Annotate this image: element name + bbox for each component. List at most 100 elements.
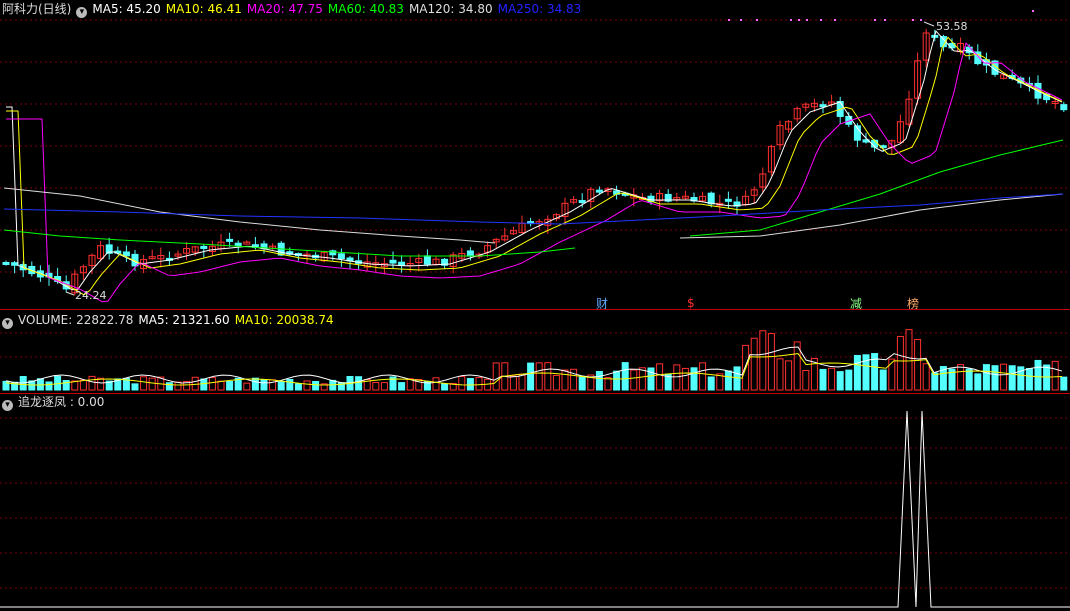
- volume-bar: [148, 377, 156, 391]
- signal-dot: [1032, 10, 1034, 12]
- volume-bar: [845, 369, 853, 391]
- volume-bar: [286, 378, 294, 391]
- candle-body: [122, 251, 130, 257]
- indicator-chart[interactable]: [0, 393, 1070, 611]
- dropdown-icon[interactable]: ▾: [2, 318, 13, 329]
- candlestick-chart[interactable]: [0, 0, 1070, 309]
- candle-body: [226, 238, 234, 242]
- volume-bar: [630, 369, 638, 391]
- candle-body: [11, 262, 19, 266]
- candle-body: [724, 198, 732, 202]
- volume-bar: [1060, 376, 1068, 391]
- volume-bar: [527, 362, 535, 391]
- volume-bar: [1000, 363, 1008, 391]
- signal-dot: [920, 19, 922, 21]
- high-price-label: 53.58: [936, 20, 968, 33]
- candle-body: [389, 259, 397, 264]
- candle-body: [819, 104, 827, 108]
- volume-bar: [595, 370, 603, 391]
- volume-bar: [991, 365, 999, 391]
- volume-bar: [552, 374, 560, 391]
- signal-dot: [912, 19, 914, 21]
- volume-bar: [561, 369, 569, 391]
- signal-dot: [798, 19, 800, 21]
- volume-bar: [733, 366, 741, 391]
- volume-bar: [441, 383, 449, 391]
- volume-bar: [724, 370, 732, 391]
- volume-bar: [776, 358, 784, 391]
- volume-bar: [578, 376, 586, 391]
- candle-body: [398, 261, 406, 266]
- volume-bar: [1051, 360, 1059, 391]
- signal-dot: [820, 19, 822, 21]
- volume-bar: [208, 377, 216, 391]
- candle-body: [2, 261, 10, 265]
- volume-bar: [853, 354, 861, 391]
- volume-bar: [957, 364, 965, 391]
- candle-body: [466, 250, 474, 257]
- volume-bar: [174, 381, 182, 391]
- volume-bar: [965, 368, 973, 391]
- panel-divider[interactable]: [0, 309, 1070, 310]
- volume-bar: [140, 376, 148, 391]
- volume-ma10-label: MA10: 20038.74: [234, 313, 334, 327]
- volume-bar: [509, 375, 517, 391]
- volume-bar: [269, 379, 277, 391]
- volume-bar: [458, 375, 466, 391]
- volume-bar: [251, 377, 259, 391]
- volume-bar: [690, 367, 698, 391]
- volume-bar: [905, 329, 913, 391]
- volume-bar: [88, 375, 96, 391]
- low-price-label: 24.24: [75, 289, 107, 302]
- ma250-label: MA250: 34.83: [497, 2, 582, 16]
- indicator-header: ▾ 追龙逐凤 : 0.00: [2, 395, 109, 411]
- candle-body: [423, 255, 431, 265]
- candle-body: [707, 192, 715, 205]
- signal-dot: [740, 19, 742, 21]
- volume-bar: [759, 330, 767, 391]
- volume-bar: [62, 380, 70, 391]
- volume-bar: [79, 379, 87, 391]
- volume-bar: [699, 362, 707, 391]
- volume-bar: [681, 367, 689, 391]
- volume-bar: [896, 335, 904, 391]
- candle-body: [595, 189, 603, 193]
- volume-bar: [217, 380, 225, 391]
- dropdown-icon[interactable]: ▾: [2, 400, 13, 411]
- volume-bar: [1043, 364, 1051, 391]
- volume-bar: [1025, 367, 1033, 391]
- volume-bar: [922, 363, 930, 391]
- volume-bar: [974, 373, 982, 391]
- volume-bar: [828, 367, 836, 391]
- ma60-label: MA60: 40.83: [327, 2, 404, 16]
- marker-dollar[interactable]: $: [687, 296, 695, 310]
- indicator-panel[interactable]: ▾ 追龙逐凤 : 0.00: [0, 393, 1070, 611]
- candle-body: [234, 242, 242, 247]
- volume-bar: [260, 379, 268, 391]
- candle-body: [578, 200, 586, 204]
- volume-bar: [1034, 359, 1042, 391]
- volume-bar: [518, 373, 526, 391]
- volume-bar: [191, 376, 199, 391]
- volume-bar: [355, 376, 363, 391]
- volume-bar: [492, 362, 500, 391]
- volume-header: ▾ VOLUME: 22822.78 MA5: 21321.60 MA10: 2003…: [2, 313, 339, 329]
- candle-body: [1060, 104, 1068, 111]
- candlestick-panel[interactable]: 阿科力(日线) ▾ MA5: 45.20 MA10: 46.41 MA20: 47.75…: [0, 0, 1070, 311]
- volume-bar: [303, 380, 311, 391]
- volume-bar: [372, 382, 380, 391]
- volume-bar: [785, 360, 793, 391]
- volume-label: VOLUME: 22822.78: [18, 313, 134, 327]
- volume-bar: [888, 358, 896, 391]
- volume-bar: [982, 364, 990, 391]
- volume-bar: [836, 371, 844, 391]
- volume-bar: [931, 372, 939, 391]
- volume-bar: [604, 377, 612, 391]
- signal-dot: [884, 19, 886, 21]
- volume-bar: [432, 377, 440, 391]
- ma5-label: MA5: 45.20: [92, 2, 161, 16]
- main-header: 阿科力(日线) ▾ MA5: 45.20 MA10: 46.41 MA20: 47.75…: [2, 2, 586, 18]
- ma10-label: MA10: 46.41: [165, 2, 242, 16]
- volume-panel[interactable]: ▾ VOLUME: 22822.78 MA5: 21321.60 MA10: 2003…: [0, 311, 1070, 393]
- volume-bar: [226, 380, 234, 391]
